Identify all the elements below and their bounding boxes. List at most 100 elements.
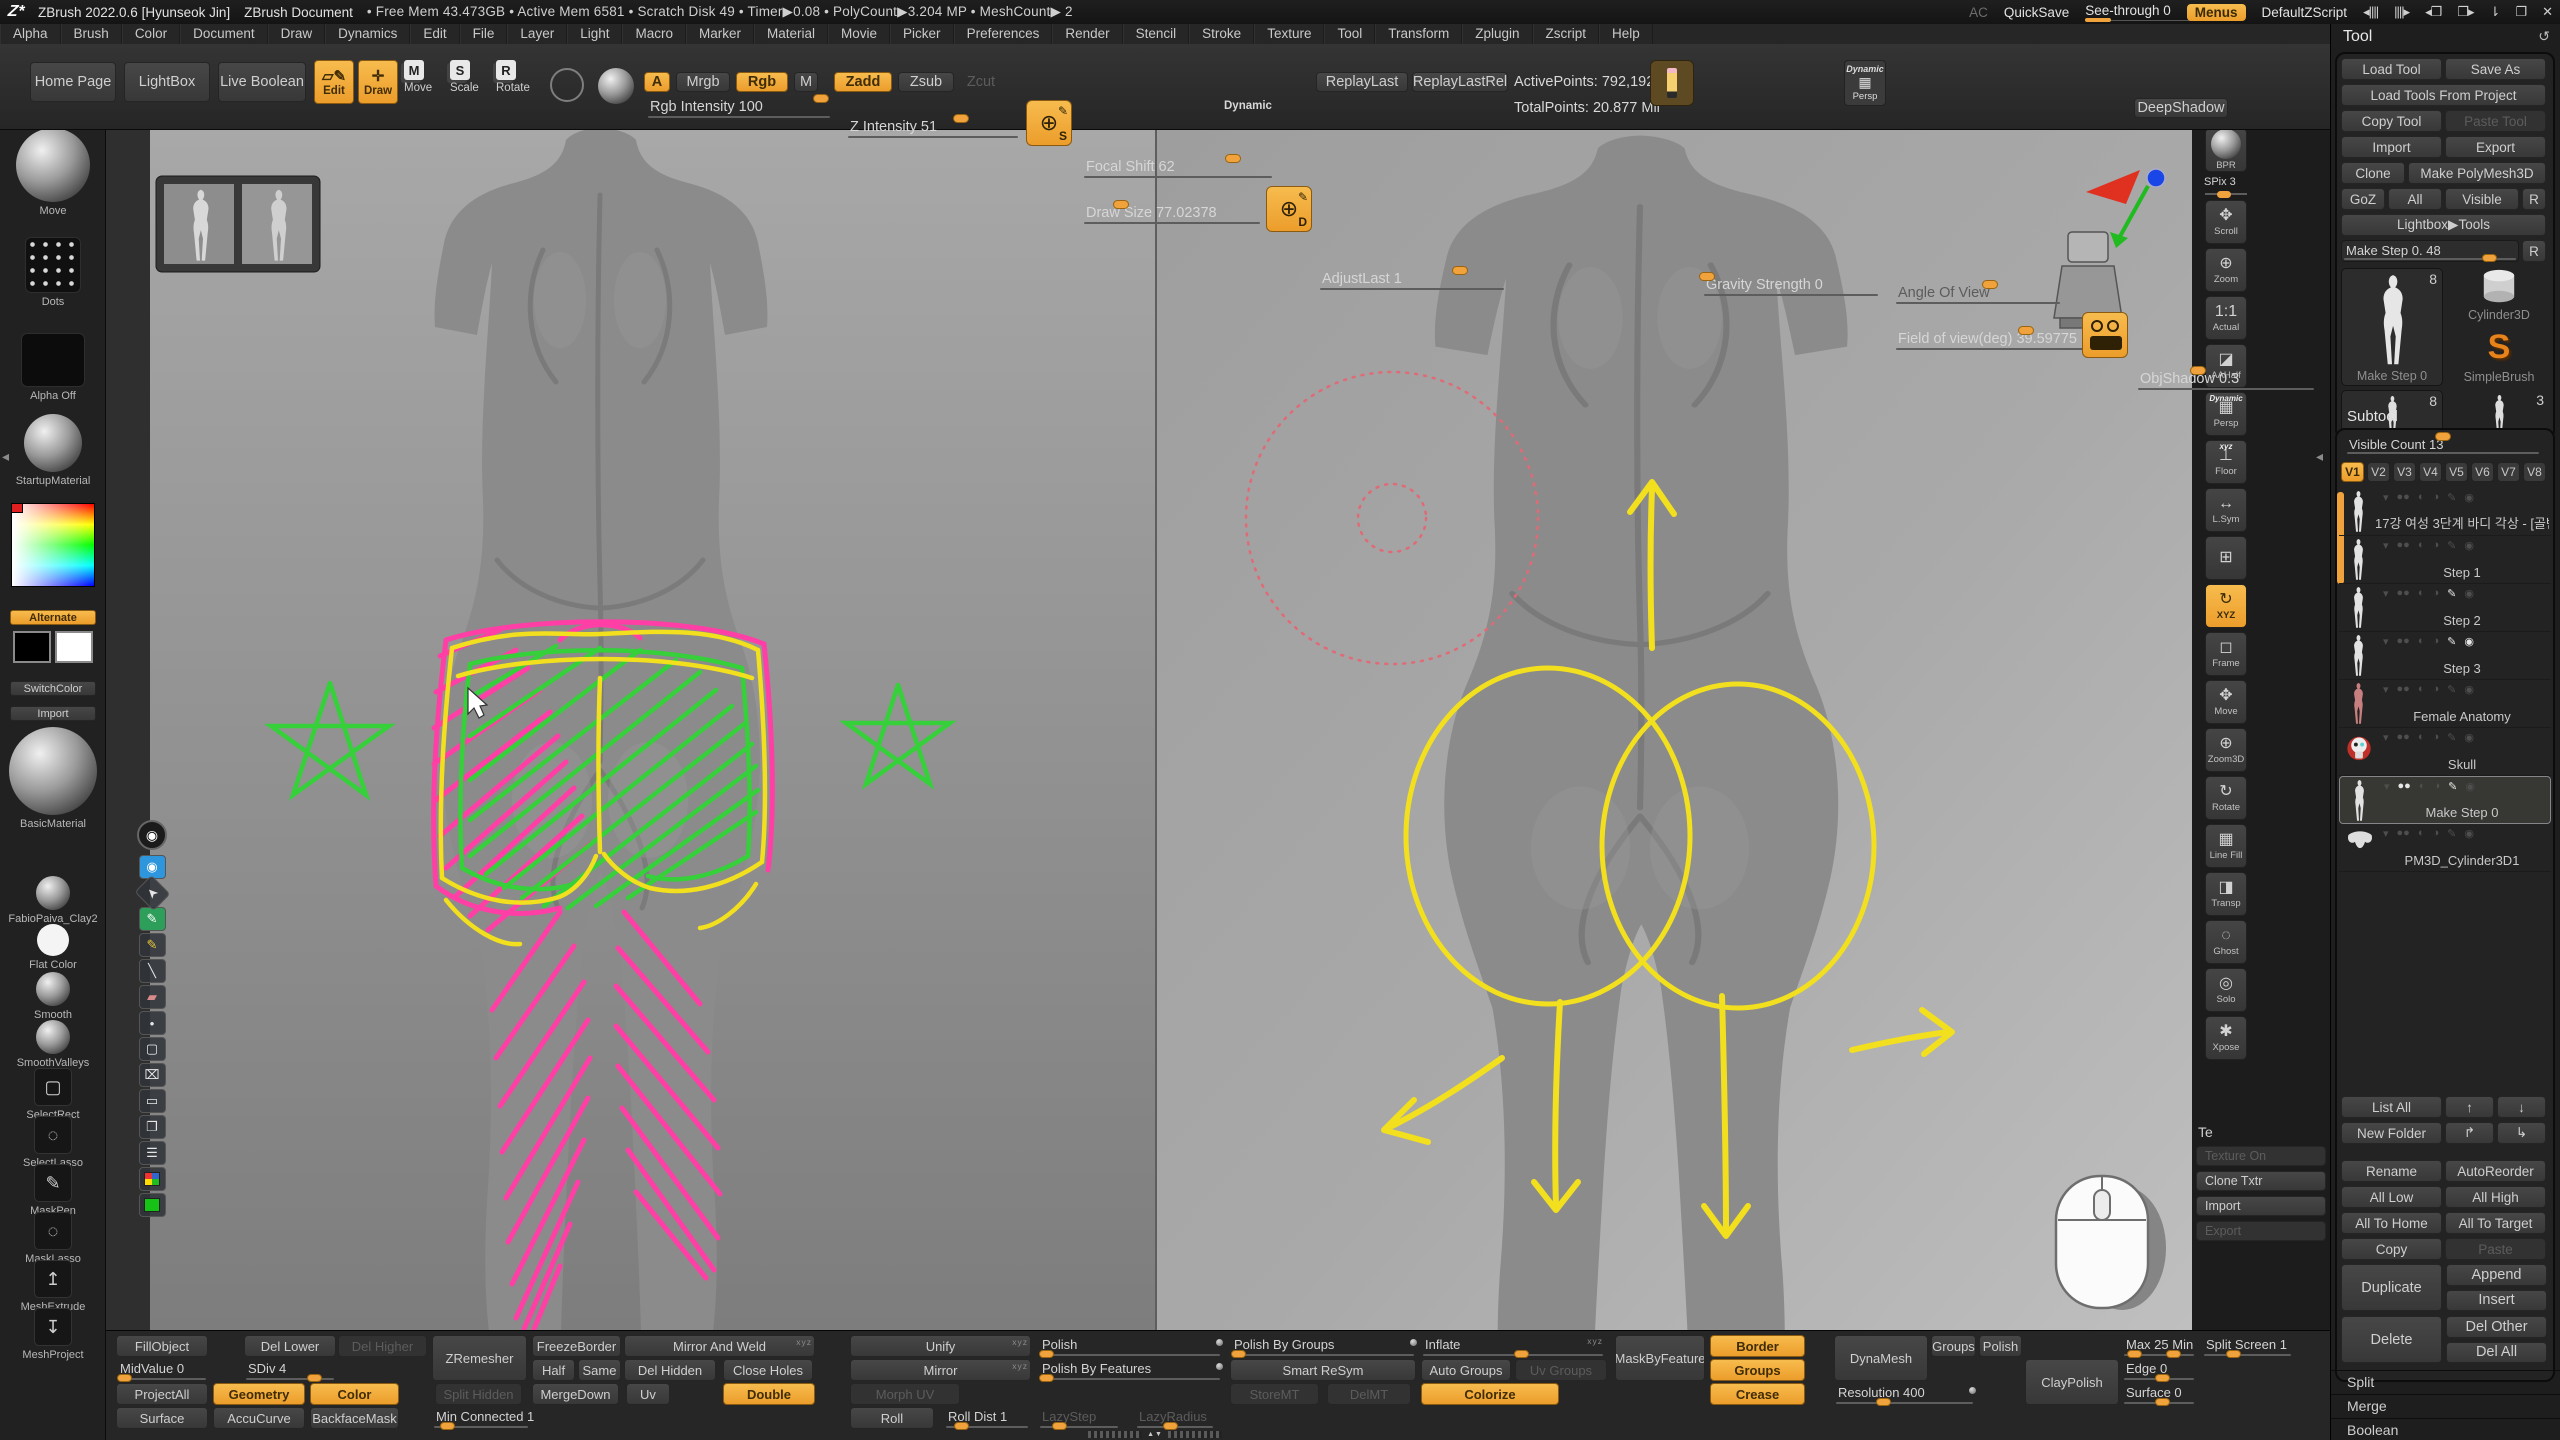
document-canvas[interactable] [150,130,2192,1330]
surface-0[interactable]: Surface 0 [2122,1383,2196,1405]
live-boolean-button[interactable]: Live Boolean [218,62,306,102]
subtool-item-step-1[interactable]: ▾●●◐◑✎◉Step 1 [2339,536,2551,584]
same[interactable]: Same [578,1359,621,1381]
solo-button[interactable]: ◎Solo [2205,968,2247,1012]
cylinder3d-tool-thumb[interactable]: Cylinder3D [2449,268,2549,324]
sdiv-4[interactable]: SDiv 4 [244,1359,336,1381]
shade-icon[interactable]: ◐ [2418,539,2425,552]
all-to-target[interactable]: All To Target [2445,1212,2546,1234]
menu-help[interactable]: Help [1599,24,1653,44]
color-picker[interactable] [11,503,95,587]
copy[interactable]: Copy [2341,1238,2442,1260]
menu-color[interactable]: Color [122,24,180,44]
menu-alpha[interactable]: Alpha [0,24,61,44]
eye-icon[interactable]: ◉ [2464,731,2474,744]
current-material-icon[interactable] [24,414,82,472]
polish[interactable]: Polish [1038,1335,1222,1357]
groups[interactable]: Groups [1710,1359,1805,1381]
location-pin-icon[interactable]: ◉ [137,820,167,850]
export[interactable]: Export [2445,136,2546,158]
visible[interactable]: Visible [2445,188,2519,210]
backfacemask[interactable]: BackfaceMask [310,1407,399,1429]
sculpt-brush-icon[interactable]: ✎ [2448,780,2457,793]
fillobject[interactable]: FillObject [116,1335,208,1357]
menu-brush[interactable]: Brush [61,24,122,44]
flatten-icon[interactable]: ▾ [2383,827,2389,840]
subtool-tab-v5[interactable]: V5 [2445,462,2468,482]
z-intensity-slider[interactable]: Z Intensity 51 [844,118,1022,138]
mirror[interactable]: Mirrorxyz [850,1359,1031,1381]
import[interactable]: Import [2341,136,2442,158]
geometry[interactable]: Geometry [213,1383,305,1405]
polish-mode-dot[interactable] [1216,1339,1223,1346]
trash-icon[interactable]: ⌧ [139,1063,166,1087]
double[interactable]: Double [723,1383,815,1405]
flatten-icon[interactable]: ▾ [2383,683,2389,696]
subtool-tab-v7[interactable]: V7 [2497,462,2520,482]
shade-icon[interactable]: ◐ [2419,780,2426,793]
spix-3-slider[interactable]: SPix 3 [2204,176,2248,196]
quicksave-button[interactable]: QuickSave [2004,5,2069,20]
mini-up-icon[interactable]: ↥ [34,1260,72,1298]
mini-pen-icon[interactable]: ✎ [34,1164,72,1202]
rotate-button[interactable]: ↻Rotate [2205,776,2247,820]
transp-button[interactable]: ◨Transp [2205,872,2247,916]
obj-shadow-slider[interactable]: ObjShadow 0.3 [2134,370,2318,390]
move-button[interactable]: MMove [404,60,444,106]
load-tools-from-project[interactable]: Load Tools From Project [2341,84,2546,106]
subtool-tab-v8[interactable]: V8 [2523,462,2546,482]
menu-material[interactable]: Material [754,24,828,44]
main-color-swatch[interactable] [13,631,51,663]
polypaint-toggle-icon[interactable]: ●● [2397,587,2410,600]
half[interactable]: Half [532,1359,575,1381]
del-higher[interactable]: Del Higher [338,1335,427,1357]
halfshade-icon[interactable]: ◑ [2432,683,2439,696]
polish[interactable]: Polish [1979,1335,2022,1357]
subtool-tab-v2[interactable]: V2 [2367,462,2390,482]
r[interactable]: R [2522,240,2546,262]
frame-button[interactable]: ◻Frame [2205,632,2247,676]
lightbox-tools[interactable]: Lightbox▶Tools [2341,214,2546,236]
alternate-button[interactable]: Alternate [10,610,96,625]
material-thumb-icon[interactable] [36,1020,70,1054]
list-all[interactable]: List All [2341,1096,2442,1118]
gravity-pencil-icon[interactable] [1650,60,1694,106]
mini-lasso-icon[interactable]: ◌ [34,1116,72,1154]
delete-button[interactable]: Delete [2341,1316,2442,1363]
surface[interactable]: Surface [116,1407,208,1429]
projectall[interactable]: ProjectAll [116,1383,208,1405]
polypaint-toggle-icon[interactable]: ●● [2397,539,2410,552]
m-button[interactable]: M [794,72,818,92]
simplebrush-tool-thumb[interactable]: S SimpleBrush [2449,328,2549,386]
morph-uv[interactable]: Morph UV [850,1383,960,1405]
claypolish[interactable]: ClayPolish [2025,1359,2119,1405]
save-as[interactable]: Save As [2445,58,2546,80]
split-screen-1[interactable]: Split Screen 1 [2202,1335,2293,1357]
eye-icon[interactable]: ◉ [2464,635,2474,648]
ghost-button[interactable]: ◌Ghost [2205,920,2247,964]
zcut-button[interactable]: Zcut [960,72,1002,92]
menu-layer[interactable]: Layer [507,24,567,44]
alpha-a-button[interactable]: A [644,72,670,92]
delmt[interactable]: DelMT [1327,1383,1411,1405]
zadd-button[interactable]: Zadd [834,72,892,92]
ac-toggle[interactable]: AC [1969,5,1988,20]
inflate[interactable]: Inflatexyz [1421,1335,1605,1357]
duplicate-button[interactable]: Duplicate [2341,1264,2442,1311]
deep-shadow-button[interactable]: DeepShadow [2134,98,2228,118]
item[interactable]: ↑ [2445,1096,2494,1118]
menu-transform[interactable]: Transform [1375,24,1462,44]
bpr-button[interactable]: BPR [2205,128,2247,172]
current-tool-icon[interactable] [16,128,90,202]
mini-rect-icon[interactable]: ▢ [34,1068,72,1106]
eye-icon[interactable]: ◉ [2464,539,2474,552]
dot-icon[interactable]: • [139,1011,166,1035]
polypaint-toggle-icon[interactable]: ●● [2398,780,2411,793]
draw-size-slider[interactable]: Draw Size 77.02378 [1080,204,1218,224]
left-tray-toggle-icon[interactable]: ◂ [2,448,9,465]
rgb-intensity-slider[interactable]: Rgb Intensity 100 [644,98,834,118]
sculpt-brush-icon[interactable]: ✎ [2447,587,2456,600]
subtool-tab-v4[interactable]: V4 [2419,462,2442,482]
zremesher[interactable]: ZRemesher [432,1335,527,1381]
halfshade-icon[interactable]: ◑ [2432,635,2439,648]
